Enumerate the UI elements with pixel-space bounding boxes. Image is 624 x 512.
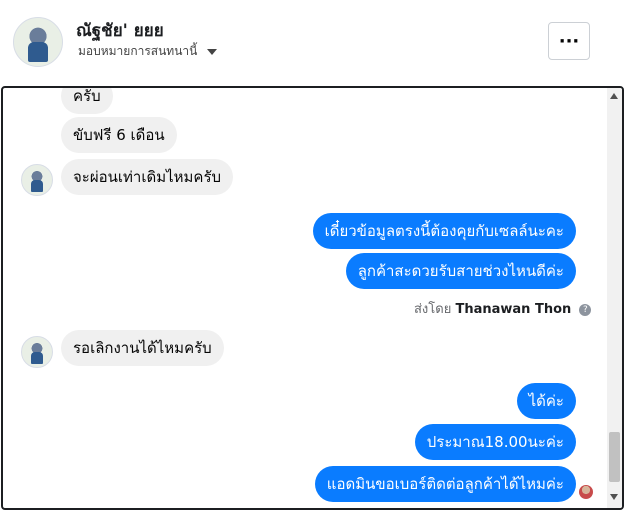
scrollbar[interactable]	[607, 88, 622, 508]
message-thread[interactable]: ครับ ขับฟรี 6 เดือน จะผ่อนเท่าเดิมไหมครั…	[1, 86, 624, 510]
more-options-button[interactable]: ···	[548, 22, 590, 60]
help-icon[interactable]: ?	[579, 303, 592, 316]
outgoing-message: ได้ค่ะ	[516, 383, 576, 419]
sent-by-agent: Thanawan Thon	[455, 302, 572, 317]
contact-name[interactable]: ณัฐชัย' ยยย	[76, 17, 164, 44]
contact-avatar[interactable]	[13, 17, 63, 67]
assign-conversation-label: มอบหมายการสนทนานี้	[78, 44, 198, 58]
caret-down-icon	[207, 48, 218, 55]
incoming-message: ครับ	[61, 88, 113, 114]
outgoing-message: เดี๋ยวข้อมูลตรงนี้ต้องคุยกับเซลล์นะคะ	[312, 213, 576, 249]
conversation-header: ณัฐชัย' ยยย มอบหมายการสนทนานี้ ···	[0, 0, 624, 86]
contact-avatar-small	[21, 164, 53, 196]
assign-conversation-dropdown[interactable]: มอบหมายการสนทนานี้	[78, 42, 218, 61]
scroll-down-arrow-icon[interactable]	[610, 494, 618, 500]
scrollbar-thumb[interactable]	[609, 432, 620, 482]
outgoing-message: แอดมินขอเบอร์ติดต่อลูกค้าได้ไหมค่ะ	[314, 466, 576, 502]
seen-indicator-avatar	[579, 485, 593, 499]
sent-by-note: ส่งโดย Thanawan Thon ?	[414, 298, 592, 319]
incoming-message: รอเลิกงานได้ไหมครับ	[61, 330, 224, 366]
contact-avatar-small	[21, 336, 53, 368]
incoming-message: จะผ่อนเท่าเดิมไหมครับ	[61, 159, 234, 195]
sent-by-prefix: ส่งโดย	[414, 302, 452, 317]
incoming-message: ขับฟรี 6 เดือน	[61, 117, 177, 153]
more-horizontal-icon: ···	[558, 30, 580, 52]
outgoing-message: ประมาณ18.00นะค่ะ	[414, 424, 576, 460]
outgoing-message: ลูกค้าสะดวยรับสายช่วงไหนดีค่ะ	[345, 253, 576, 289]
scroll-up-arrow-icon[interactable]	[610, 93, 618, 99]
